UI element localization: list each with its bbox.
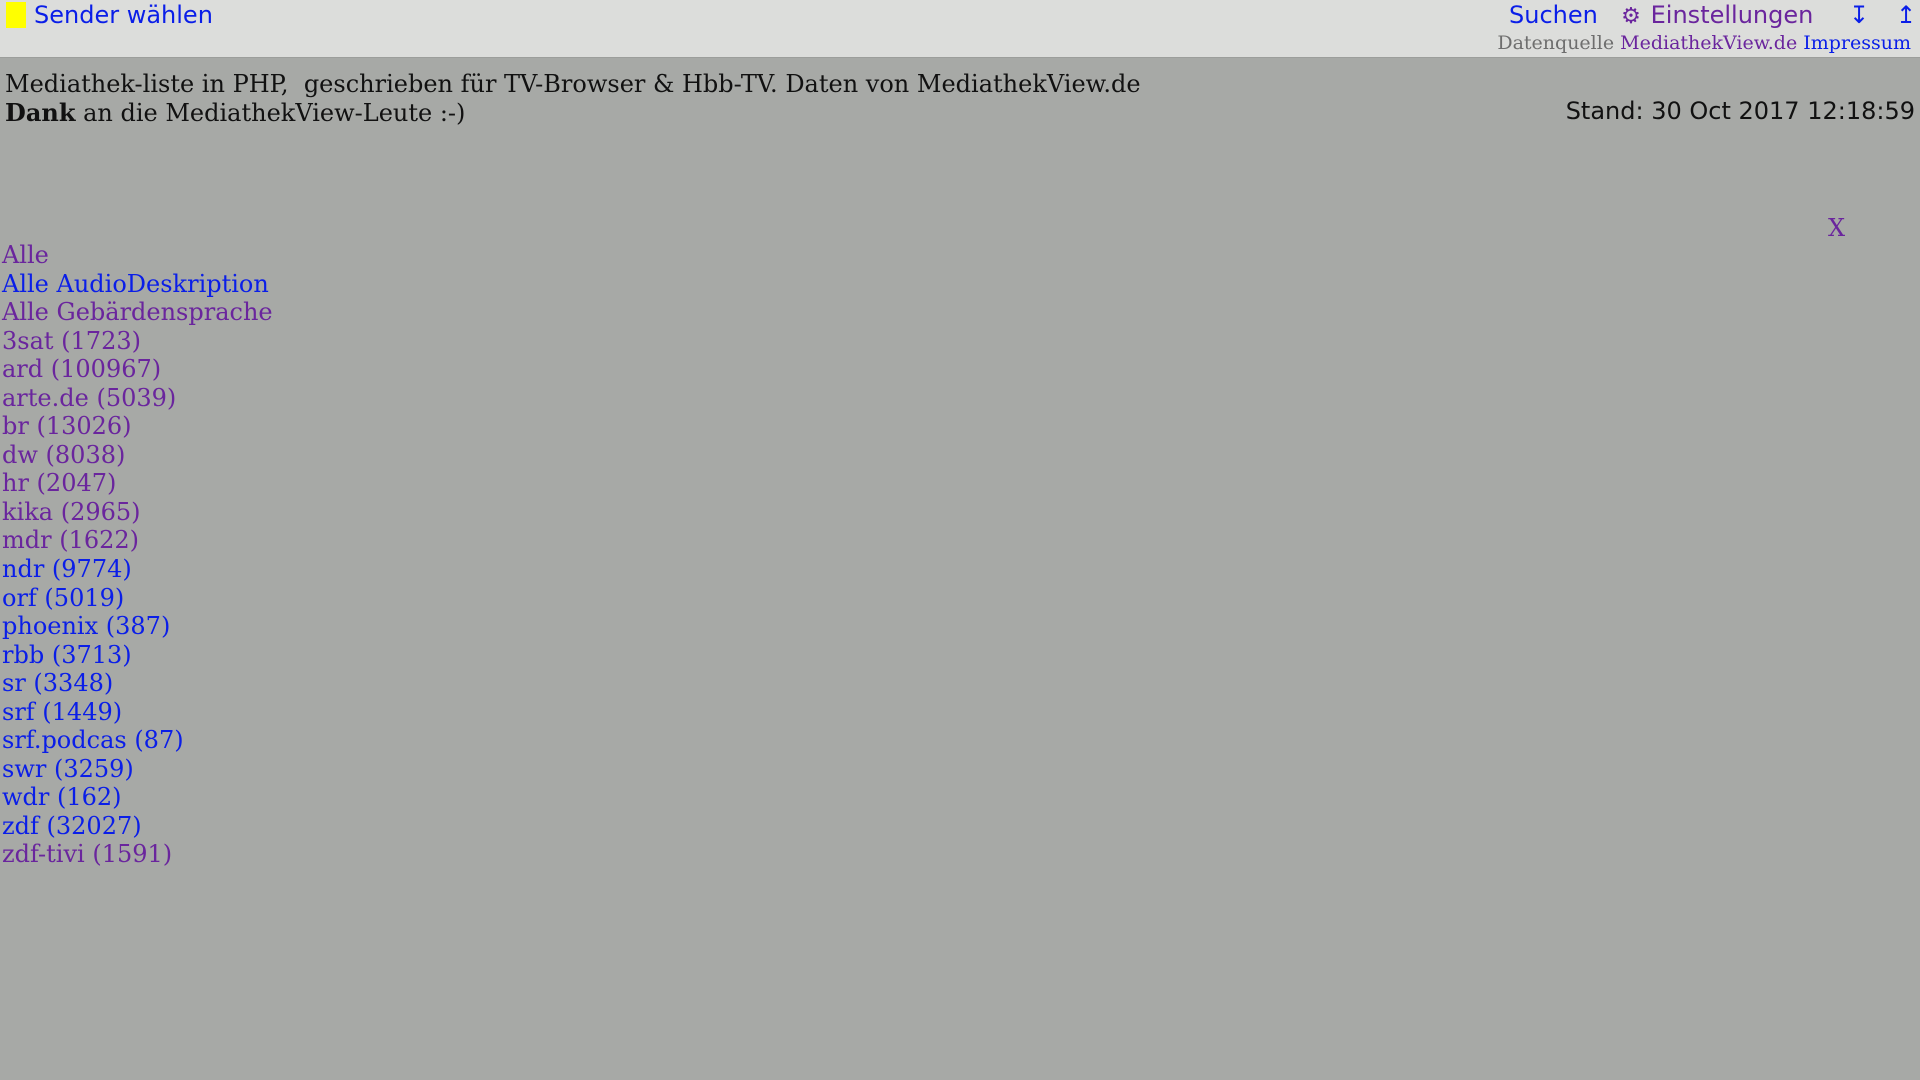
settings-label: Einstellungen [1650,1,1814,29]
channel-link[interactable]: zdf-tivi (1591) [2,840,172,868]
thanks-rest: an die MediathekView-Leute :-) [75,99,466,127]
channel-list-item: zdf-tivi (1591) [2,840,273,869]
channel-list-item: orf (5019) [2,584,273,613]
channel-list-item: mdr (1622) [2,526,273,555]
intro-text: Mediathek-liste in PHP, geschrieben für … [5,70,1141,98]
channel-list-item: ndr (9774) [2,555,273,584]
thanks-bold: Dank [5,98,76,127]
channel-list: Alle Alle AudioDeskription Alle Gebärdensp… [2,241,273,869]
channel-list-item: zdf (32027) [2,812,273,841]
channel-link[interactable]: arte.de (5039) [2,384,176,412]
channel-link[interactable]: ndr (9774) [2,555,132,583]
channel-list-item: Alle Gebärdensprache [2,298,273,327]
scroll-to-top-icon[interactable]: ↥ [1896,0,1916,30]
channel-list-item: swr (3259) [2,755,273,784]
data-timestamp: Stand: 30 Oct 2017 12:18:59 [1565,97,1915,125]
channel-list-item: dw (8038) [2,441,273,470]
highlight-marker [6,2,26,28]
channel-list-item: sr (3348) [2,669,273,698]
top-bar: Sender wählen Suchen ⚙ Einstellungen ↧ ↥… [0,0,1920,58]
channel-list-item: Alle [2,241,273,270]
mediathekview-link[interactable]: MediathekView.de [1620,32,1797,54]
channel-list-item: Alle AudioDeskription [2,270,273,299]
channel-list-item: arte.de (5039) [2,384,273,413]
channel-link[interactable]: srf.podcas (87) [2,726,184,754]
channel-link[interactable]: phoenix (387) [2,612,170,640]
channel-list-item: srf.podcas (87) [2,726,273,755]
channel-link[interactable]: dw (8038) [2,441,125,469]
channel-link[interactable]: swr (3259) [2,755,134,783]
channel-link[interactable]: Alle [2,241,49,269]
channel-link[interactable]: rbb (3713) [2,641,132,669]
channel-list-item: br (13026) [2,412,273,441]
channel-link[interactable]: orf (5019) [2,584,124,612]
search-link[interactable]: Suchen [1509,0,1598,30]
thanks-text: Dank an die MediathekView-Leute :-) [5,98,465,128]
scroll-to-bottom-icon[interactable]: ↧ [1849,0,1869,30]
channel-link[interactable]: Alle AudioDeskription [2,270,269,298]
channel-link[interactable]: hr (2047) [2,469,116,497]
select-channel-link[interactable]: Sender wählen [34,0,213,30]
channel-list-item: wdr (162) [2,783,273,812]
channel-link[interactable]: wdr (162) [2,783,122,811]
data-source-label: Datenquelle [1497,32,1615,54]
settings-link[interactable]: ⚙ Einstellungen [1619,0,1813,32]
channel-link[interactable]: ard (100967) [2,355,161,383]
impressum-link[interactable]: Impressum [1803,32,1911,54]
channel-list-item: srf (1449) [2,698,273,727]
channel-link[interactable]: srf (1449) [2,698,122,726]
channel-list-item: 3sat (1723) [2,327,273,356]
channel-list-item: rbb (3713) [2,641,273,670]
channel-link[interactable]: sr (3348) [2,669,113,697]
channel-list-item: ard (100967) [2,355,273,384]
channel-link[interactable]: 3sat (1723) [2,327,141,355]
channel-link[interactable]: mdr (1622) [2,526,139,554]
channel-list-item: kika (2965) [2,498,273,527]
channel-list-item: phoenix (387) [2,612,273,641]
channel-link[interactable]: Alle Gebärdensprache [2,298,273,326]
channel-link[interactable]: zdf (32027) [2,812,142,840]
channel-link[interactable]: kika (2965) [2,498,141,526]
channel-link[interactable]: br (13026) [2,412,132,440]
channel-list-item: hr (2047) [2,469,273,498]
close-button[interactable]: X [1828,214,1845,242]
data-source-row: Datenquelle MediathekView.de Impressum [1497,31,1911,55]
gear-icon: ⚙ [1621,4,1641,29]
